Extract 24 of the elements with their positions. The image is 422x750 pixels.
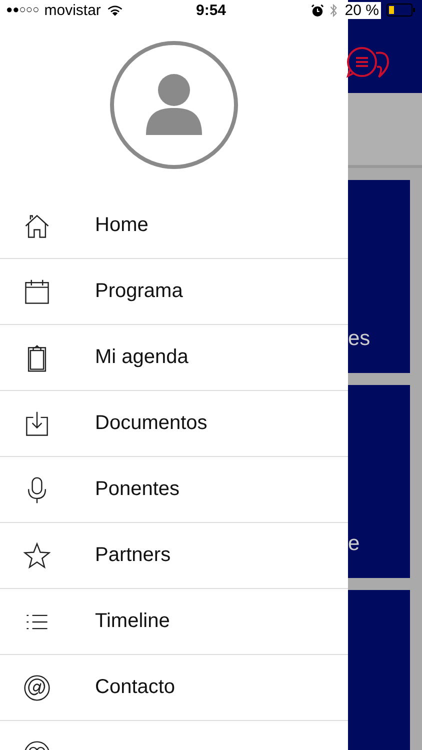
card[interactable]: e	[348, 385, 410, 578]
menu-label: Mi agenda	[95, 346, 188, 369]
bluetooth-icon	[328, 2, 338, 18]
carrier-name: movistar	[44, 2, 101, 18]
menu-label: Documentos	[95, 412, 208, 435]
star-icon	[22, 540, 52, 570]
battery-percent: 20 %	[342, 2, 381, 18]
card-title: es	[348, 327, 370, 351]
menu-label: Home	[95, 214, 148, 237]
menu-label: Programa	[95, 280, 183, 303]
battery-icon	[386, 3, 416, 17]
menu-label: Timeline	[95, 610, 170, 633]
menu-item[interactable]: Mi agenda	[0, 325, 348, 391]
signal-dots: ●●○○○	[6, 4, 40, 16]
alarm-icon	[310, 4, 324, 16]
menu-label: Contacto	[95, 676, 176, 699]
menu-label: Ponentes	[95, 478, 180, 501]
clock-time: 9:54	[196, 2, 226, 18]
wifi-icon	[106, 4, 124, 16]
card[interactable]: es	[348, 180, 410, 373]
card-title: e	[348, 532, 360, 556]
menu-label: Partners	[95, 544, 171, 567]
at-sign-icon	[22, 672, 52, 702]
avatar-icon[interactable]	[109, 40, 239, 170]
